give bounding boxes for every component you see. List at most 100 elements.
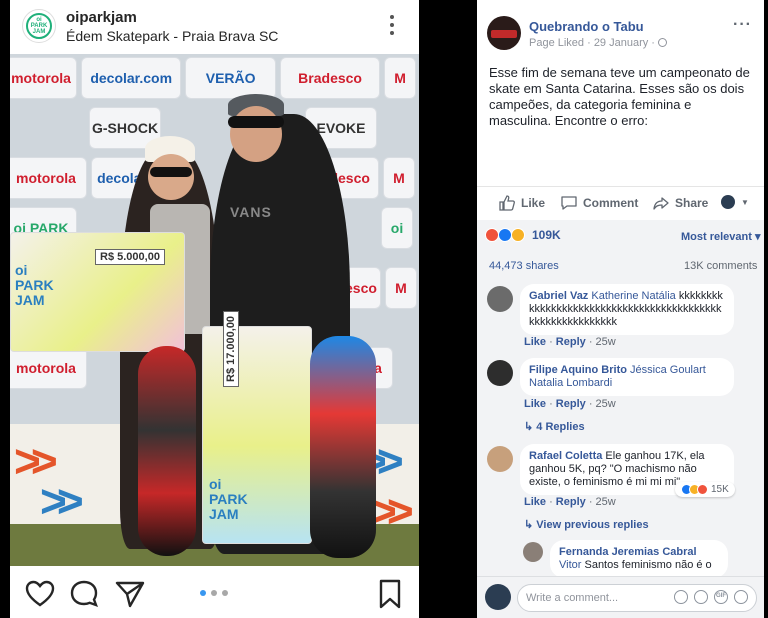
comment-time[interactable]: 25w (596, 496, 616, 508)
comment-count[interactable]: 13K comments (684, 260, 757, 272)
comment-reply-link[interactable]: Reply (556, 336, 586, 348)
comment-icon (561, 196, 577, 210)
composer-tools: GIF (674, 590, 748, 604)
comment-author[interactable]: Filipe Aquino Brito (529, 364, 627, 376)
comment-tag[interactable]: Katherine Natália (591, 290, 675, 302)
comment-tag[interactable]: Natalia Lombardi (529, 377, 612, 389)
comment-reply-link[interactable]: Reply (556, 398, 586, 410)
gif-icon[interactable]: GIF (714, 590, 728, 604)
comment-button[interactable]: Comment (561, 195, 638, 211)
post-meta: Page Liked · 29 January · (529, 37, 668, 49)
comment-actions: Like · Reply · 25w (524, 336, 616, 348)
sponsor-logo: M (385, 58, 415, 98)
avatar[interactable] (487, 446, 513, 472)
avatar[interactable] (485, 584, 511, 610)
post-text: Esse fim de semana teve um campeonato de… (489, 65, 757, 129)
comment-author[interactable]: Fernanda Jeremias Cabral (559, 546, 697, 558)
carousel-indicator (200, 590, 228, 596)
comment-input[interactable]: Write a comment... GIF (517, 584, 757, 612)
oipark-logo-icon: oi PARK JAM (26, 13, 52, 39)
comment-time[interactable]: 25w (596, 336, 616, 348)
sponsor-row: motorola decolar Bradesco M (10, 158, 415, 204)
like-button[interactable]: Like (499, 195, 545, 211)
share-button[interactable]: Share (653, 195, 708, 211)
avatar[interactable]: oi PARK JAM (22, 9, 56, 43)
chevron-down-icon: ▼ (741, 197, 749, 207)
like-reaction-icon (498, 228, 512, 242)
sponsor-logo: VERÃO (186, 58, 275, 98)
bookmark-icon (379, 579, 401, 609)
sponsor-logo: M (384, 158, 414, 198)
page-name[interactable]: Quebrando o Tabu (529, 19, 644, 34)
sad-reaction-icon (511, 228, 525, 242)
comment-author[interactable]: Rafael Coletta (529, 450, 602, 462)
carousel-dot (200, 590, 206, 596)
carousel-dot (222, 590, 228, 596)
profile-mini-avatar (721, 195, 735, 209)
comment-tag[interactable]: Vitor (559, 559, 581, 571)
sponsor-logo: motorola (10, 58, 76, 98)
heart-icon (25, 580, 55, 607)
location[interactable]: Édem Skatepark - Praia Brava SC (66, 28, 278, 44)
replies-label: 4 Replies (536, 421, 585, 433)
skateboard-right (310, 336, 376, 558)
comment-actions: Like · Reply · 25w (524, 496, 616, 508)
save-button[interactable] (374, 578, 406, 610)
sponsor-logo: oi (382, 208, 412, 248)
reaction-count: 15K (711, 484, 729, 495)
facebook-post: Quebrando o Tabu Page Liked · 29 January… (477, 0, 764, 618)
share-label: Share (675, 196, 709, 210)
sticker-icon[interactable] (734, 590, 748, 604)
prize-check-small: R$ 5.000,00 oi PARK JAM (10, 232, 185, 352)
comment-reply-link[interactable]: Reply (556, 496, 586, 508)
more-options-icon[interactable] (382, 12, 402, 38)
avatar[interactable] (487, 360, 513, 386)
sponsor-logo: M (386, 268, 416, 308)
sponsor-logo: motorola (10, 158, 86, 198)
avatar[interactable] (487, 286, 513, 312)
view-replies-link[interactable]: ↳ 4 Replies (524, 420, 585, 433)
post-header: oi PARK JAM oiparkjam Édem Skatepark - P… (10, 0, 419, 54)
post-body: Esse fim de semana teve um campeonato de… (489, 65, 750, 128)
instagram-post: oi PARK JAM oiparkjam Édem Skatepark - P… (10, 0, 419, 618)
reaction-count: 109K (532, 228, 561, 242)
comment-sort-dropdown[interactable]: Most relevant ▾ (681, 230, 761, 243)
comment-like-link[interactable]: Like (524, 398, 546, 410)
comment-bubble: Gabriel Vaz Katherine Natália kkkkkkkkkk… (520, 284, 734, 335)
carousel-dot (211, 590, 217, 596)
comment-button[interactable] (68, 578, 100, 610)
reply-arrow-icon: ↳ (524, 519, 534, 531)
comment-icon (70, 580, 98, 607)
prize-check-large: R$ 17.000,00 oi PARK JAM (202, 310, 312, 544)
share-count[interactable]: 44,473 shares (489, 260, 559, 272)
username[interactable]: oiparkjam (66, 9, 137, 26)
face (230, 106, 282, 162)
share-button[interactable] (114, 578, 146, 610)
comment-actions: Like · Reply · 25w (524, 398, 616, 410)
comment-reactions-badge[interactable]: 15K (675, 482, 735, 497)
sponsor-row: motorola decolar.com VERÃO Bradesco M (10, 58, 415, 104)
like-button[interactable] (24, 578, 56, 610)
comment-time[interactable]: 25w (596, 398, 616, 410)
post-meta-text: Page Liked · 29 January · (529, 37, 659, 49)
comment-like-link[interactable]: Like (524, 496, 546, 508)
view-previous-replies-link[interactable]: ↳ View previous replies (524, 518, 649, 531)
like-label: Like (521, 196, 546, 210)
reactions-summary[interactable]: 109K (485, 228, 561, 242)
comment-tag[interactable]: Jéssica Goulart (630, 364, 706, 376)
share-as-selector[interactable]: ▼ (721, 195, 749, 209)
check-amount: R$ 17.000,00 (223, 310, 239, 387)
comment-author[interactable]: Gabriel Vaz (529, 290, 588, 302)
comment-like-link[interactable]: Like (524, 336, 546, 348)
shirt-logo: VANS (230, 204, 272, 220)
love-reaction-icon (485, 228, 499, 242)
emoji-icon[interactable] (674, 590, 688, 604)
comments-section: 109K Most relevant ▾ 44,473 shares 13K c… (477, 220, 764, 578)
page-avatar[interactable] (487, 16, 521, 50)
more-options-icon[interactable]: ··· (733, 16, 752, 34)
view-previous-label: View previous replies (536, 519, 649, 531)
avatar[interactable] (523, 542, 543, 562)
globe-icon (658, 38, 668, 47)
camera-icon[interactable] (694, 590, 708, 604)
post-photo[interactable]: motorola decolar.com VERÃO Bradesco M G-… (10, 54, 419, 566)
